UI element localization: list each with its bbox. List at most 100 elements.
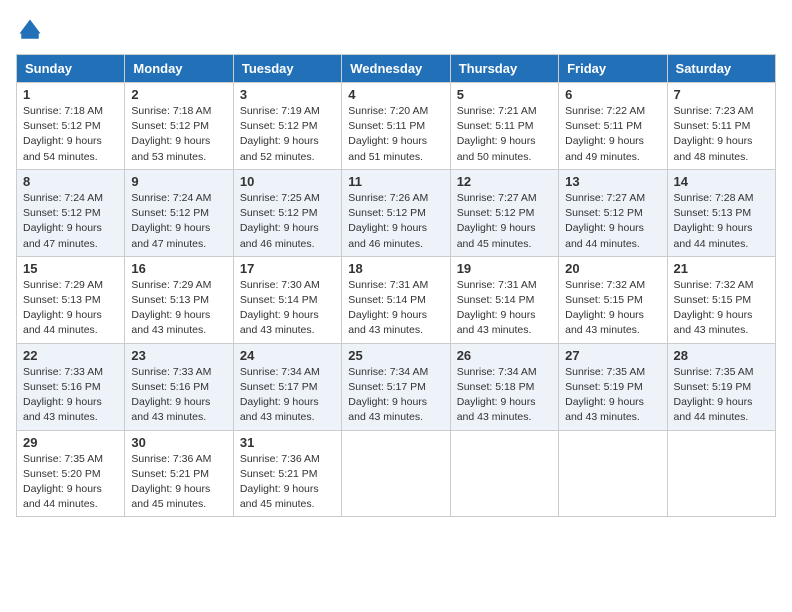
calendar-cell: 19 Sunrise: 7:31 AM Sunset: 5:14 PM Dayli… xyxy=(450,256,558,343)
calendar-cell: 26 Sunrise: 7:34 AM Sunset: 5:18 PM Dayli… xyxy=(450,343,558,430)
day-number: 1 xyxy=(23,87,118,102)
calendar-cell: 25 Sunrise: 7:34 AM Sunset: 5:17 PM Dayli… xyxy=(342,343,450,430)
day-info: Sunrise: 7:25 AM Sunset: 5:12 PM Dayligh… xyxy=(240,191,335,252)
header xyxy=(16,16,776,44)
weekday-header-tuesday: Tuesday xyxy=(233,55,341,83)
calendar-cell xyxy=(450,430,558,517)
day-number: 26 xyxy=(457,348,552,363)
calendar-cell: 2 Sunrise: 7:18 AM Sunset: 5:12 PM Daylig… xyxy=(125,83,233,170)
day-info: Sunrise: 7:28 AM Sunset: 5:13 PM Dayligh… xyxy=(674,191,769,252)
calendar-week-3: 15 Sunrise: 7:29 AM Sunset: 5:13 PM Dayli… xyxy=(17,256,776,343)
day-number: 4 xyxy=(348,87,443,102)
calendar-week-5: 29 Sunrise: 7:35 AM Sunset: 5:20 PM Dayli… xyxy=(17,430,776,517)
day-number: 10 xyxy=(240,174,335,189)
weekday-header-row: SundayMondayTuesdayWednesdayThursdayFrid… xyxy=(17,55,776,83)
day-number: 28 xyxy=(674,348,769,363)
day-number: 25 xyxy=(348,348,443,363)
weekday-header-wednesday: Wednesday xyxy=(342,55,450,83)
day-info: Sunrise: 7:31 AM Sunset: 5:14 PM Dayligh… xyxy=(457,278,552,339)
day-info: Sunrise: 7:30 AM Sunset: 5:14 PM Dayligh… xyxy=(240,278,335,339)
day-number: 6 xyxy=(565,87,660,102)
day-number: 31 xyxy=(240,435,335,450)
day-info: Sunrise: 7:35 AM Sunset: 5:19 PM Dayligh… xyxy=(674,365,769,426)
day-number: 8 xyxy=(23,174,118,189)
calendar-cell xyxy=(342,430,450,517)
day-info: Sunrise: 7:34 AM Sunset: 5:17 PM Dayligh… xyxy=(348,365,443,426)
calendar-cell: 1 Sunrise: 7:18 AM Sunset: 5:12 PM Daylig… xyxy=(17,83,125,170)
day-info: Sunrise: 7:21 AM Sunset: 5:11 PM Dayligh… xyxy=(457,104,552,165)
day-number: 18 xyxy=(348,261,443,276)
calendar-cell: 31 Sunrise: 7:36 AM Sunset: 5:21 PM Dayli… xyxy=(233,430,341,517)
calendar-cell: 17Sunrise: 7:30 AM Sunset: 5:14 PM Dayli… xyxy=(233,256,341,343)
calendar-cell xyxy=(559,430,667,517)
calendar-cell: 23 Sunrise: 7:33 AM Sunset: 5:16 PM Dayli… xyxy=(125,343,233,430)
day-info: Sunrise: 7:34 AM Sunset: 5:18 PM Dayligh… xyxy=(457,365,552,426)
calendar-cell: 7 Sunrise: 7:23 AM Sunset: 5:11 PM Daylig… xyxy=(667,83,775,170)
day-info: Sunrise: 7:33 AM Sunset: 5:16 PM Dayligh… xyxy=(23,365,118,426)
day-info: Sunrise: 7:29 AM Sunset: 5:13 PM Dayligh… xyxy=(23,278,118,339)
calendar: SundayMondayTuesdayWednesdayThursdayFrid… xyxy=(16,54,776,517)
day-number: 24 xyxy=(240,348,335,363)
day-info: Sunrise: 7:27 AM Sunset: 5:12 PM Dayligh… xyxy=(565,191,660,252)
day-number: 2 xyxy=(131,87,226,102)
weekday-header-thursday: Thursday xyxy=(450,55,558,83)
calendar-cell: 3Sunrise: 7:19 AM Sunset: 5:12 PM Daylig… xyxy=(233,83,341,170)
calendar-cell: 8 Sunrise: 7:24 AM Sunset: 5:12 PM Daylig… xyxy=(17,169,125,256)
day-number: 7 xyxy=(674,87,769,102)
day-number: 13 xyxy=(565,174,660,189)
calendar-cell: 30 Sunrise: 7:36 AM Sunset: 5:21 PM Dayli… xyxy=(125,430,233,517)
day-info: Sunrise: 7:24 AM Sunset: 5:12 PM Dayligh… xyxy=(23,191,118,252)
day-info: Sunrise: 7:35 AM Sunset: 5:20 PM Dayligh… xyxy=(23,452,118,513)
day-info: Sunrise: 7:36 AM Sunset: 5:21 PM Dayligh… xyxy=(240,452,335,513)
day-info: Sunrise: 7:32 AM Sunset: 5:15 PM Dayligh… xyxy=(674,278,769,339)
weekday-header-sunday: Sunday xyxy=(17,55,125,83)
weekday-header-saturday: Saturday xyxy=(667,55,775,83)
day-info: Sunrise: 7:22 AM Sunset: 5:11 PM Dayligh… xyxy=(565,104,660,165)
day-number: 19 xyxy=(457,261,552,276)
calendar-cell: 14 Sunrise: 7:28 AM Sunset: 5:13 PM Dayli… xyxy=(667,169,775,256)
calendar-cell: 16Sunrise: 7:29 AM Sunset: 5:13 PM Dayli… xyxy=(125,256,233,343)
day-number: 11 xyxy=(348,174,443,189)
day-number: 20 xyxy=(565,261,660,276)
day-number: 5 xyxy=(457,87,552,102)
day-info: Sunrise: 7:18 AM Sunset: 5:12 PM Dayligh… xyxy=(131,104,226,165)
calendar-cell: 18 Sunrise: 7:31 AM Sunset: 5:14 PM Dayli… xyxy=(342,256,450,343)
day-number: 30 xyxy=(131,435,226,450)
calendar-cell: 29 Sunrise: 7:35 AM Sunset: 5:20 PM Dayli… xyxy=(17,430,125,517)
weekday-header-monday: Monday xyxy=(125,55,233,83)
day-number: 15 xyxy=(23,261,118,276)
calendar-cell: 27Sunrise: 7:35 AM Sunset: 5:19 PM Dayli… xyxy=(559,343,667,430)
day-number: 12 xyxy=(457,174,552,189)
day-number: 22 xyxy=(23,348,118,363)
day-info: Sunrise: 7:36 AM Sunset: 5:21 PM Dayligh… xyxy=(131,452,226,513)
calendar-cell: 20 Sunrise: 7:32 AM Sunset: 5:15 PM Dayli… xyxy=(559,256,667,343)
day-number: 14 xyxy=(674,174,769,189)
day-info: Sunrise: 7:24 AM Sunset: 5:12 PM Dayligh… xyxy=(131,191,226,252)
calendar-cell: 12Sunrise: 7:27 AM Sunset: 5:12 PM Dayli… xyxy=(450,169,558,256)
day-info: Sunrise: 7:26 AM Sunset: 5:12 PM Dayligh… xyxy=(348,191,443,252)
weekday-header-friday: Friday xyxy=(559,55,667,83)
day-number: 27 xyxy=(565,348,660,363)
calendar-cell: 24 Sunrise: 7:34 AM Sunset: 5:17 PM Dayli… xyxy=(233,343,341,430)
day-info: Sunrise: 7:34 AM Sunset: 5:17 PM Dayligh… xyxy=(240,365,335,426)
day-info: Sunrise: 7:32 AM Sunset: 5:15 PM Dayligh… xyxy=(565,278,660,339)
calendar-cell: 4 Sunrise: 7:20 AM Sunset: 5:11 PM Daylig… xyxy=(342,83,450,170)
day-info: Sunrise: 7:18 AM Sunset: 5:12 PM Dayligh… xyxy=(23,104,118,165)
calendar-cell: 10 Sunrise: 7:25 AM Sunset: 5:12 PM Dayli… xyxy=(233,169,341,256)
day-info: Sunrise: 7:31 AM Sunset: 5:14 PM Dayligh… xyxy=(348,278,443,339)
day-info: Sunrise: 7:20 AM Sunset: 5:11 PM Dayligh… xyxy=(348,104,443,165)
day-number: 9 xyxy=(131,174,226,189)
calendar-week-1: 1 Sunrise: 7:18 AM Sunset: 5:12 PM Daylig… xyxy=(17,83,776,170)
calendar-cell: 15 Sunrise: 7:29 AM Sunset: 5:13 PM Dayli… xyxy=(17,256,125,343)
calendar-cell: 13 Sunrise: 7:27 AM Sunset: 5:12 PM Dayli… xyxy=(559,169,667,256)
day-info: Sunrise: 7:23 AM Sunset: 5:11 PM Dayligh… xyxy=(674,104,769,165)
day-info: Sunrise: 7:29 AM Sunset: 5:13 PM Dayligh… xyxy=(131,278,226,339)
day-number: 29 xyxy=(23,435,118,450)
day-info: Sunrise: 7:33 AM Sunset: 5:16 PM Dayligh… xyxy=(131,365,226,426)
calendar-cell xyxy=(667,430,775,517)
day-number: 23 xyxy=(131,348,226,363)
calendar-cell: 21Sunrise: 7:32 AM Sunset: 5:15 PM Dayli… xyxy=(667,256,775,343)
logo-icon xyxy=(16,16,44,44)
day-number: 3 xyxy=(240,87,335,102)
calendar-cell: 11 Sunrise: 7:26 AM Sunset: 5:12 PM Dayli… xyxy=(342,169,450,256)
